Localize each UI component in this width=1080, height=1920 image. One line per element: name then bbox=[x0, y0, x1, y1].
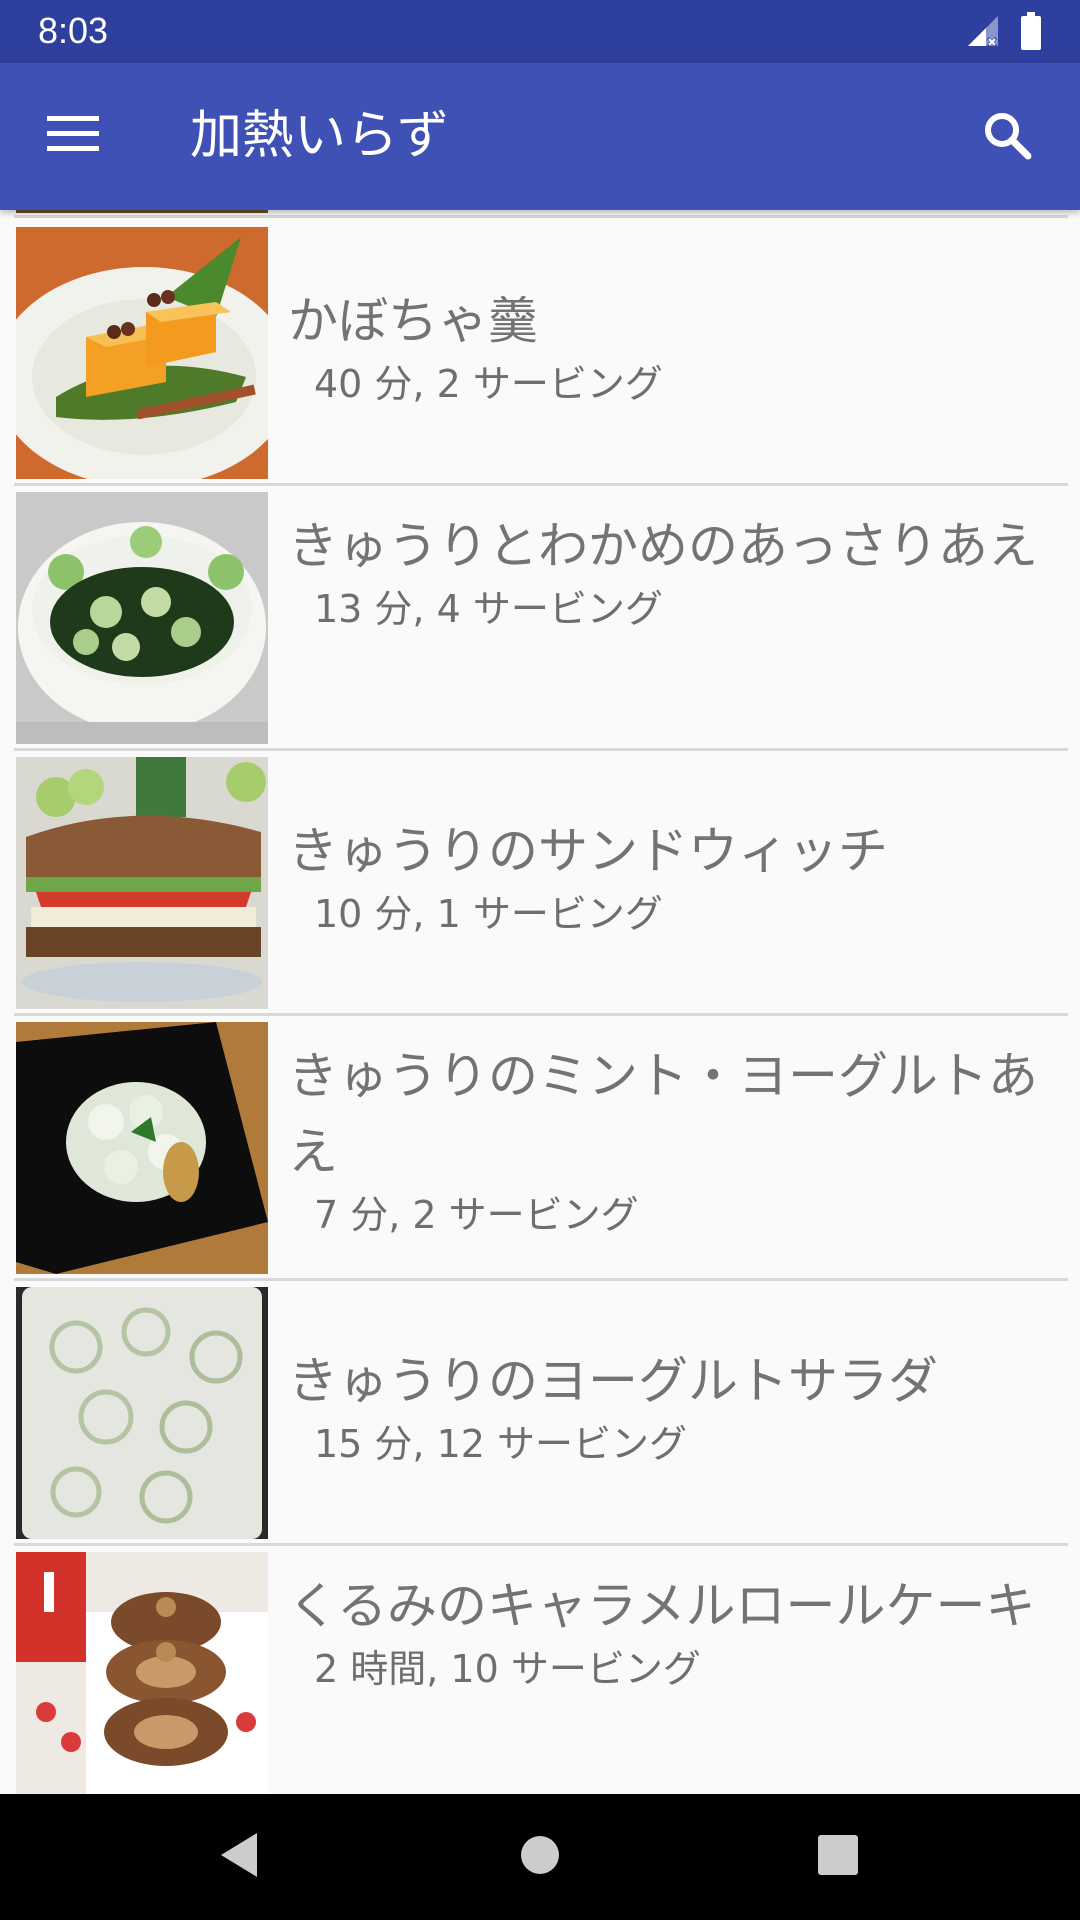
status-icons bbox=[966, 12, 1042, 54]
recipe-title: きゅうりのサンドウィッチ bbox=[288, 822, 888, 880]
recents-icon bbox=[818, 1835, 858, 1879]
recipe-meta: 10 分, 1 サービング bbox=[314, 892, 663, 936]
recipe-meta: 13 分, 4 サービング bbox=[314, 587, 663, 631]
recipe-title: かぼちゃ羹 bbox=[288, 292, 538, 350]
page-title: 加熱いらず bbox=[190, 106, 449, 166]
navigation-bar bbox=[0, 1794, 1080, 1920]
signal-icon bbox=[966, 14, 1000, 52]
status-time: 8:03 bbox=[38, 10, 109, 51]
recipe-title: きゅうりとわかめのあっさりあえ bbox=[288, 517, 1038, 575]
recipe-item[interactable]: くるみのキャラメルロールケーキ 2 時間, 10 サービング bbox=[14, 1546, 1068, 1794]
battery-icon bbox=[1020, 12, 1042, 54]
recipe-title: くるみのキャラメルロールケーキ bbox=[288, 1577, 1036, 1635]
recipe-meta: 40 分, 2 サービング bbox=[314, 362, 663, 406]
recents-button[interactable] bbox=[793, 1822, 883, 1892]
home-button[interactable] bbox=[495, 1822, 585, 1892]
recipe-thumbnail bbox=[16, 1287, 268, 1539]
recipe-thumbnail bbox=[16, 757, 268, 1009]
status-bar: 8:03 bbox=[0, 0, 1080, 63]
back-button[interactable] bbox=[194, 1822, 284, 1892]
recipe-title: きゅうりのヨーグルトサラダ bbox=[288, 1352, 938, 1410]
search-button[interactable] bbox=[964, 97, 1050, 177]
recipe-meta: 7 分, 2 サービング bbox=[314, 1193, 639, 1237]
recipe-item[interactable]: かぼちゃ羹 40 分, 2 サービング bbox=[14, 221, 1068, 486]
recipe-meta: 15 分, 12 サービング bbox=[314, 1422, 688, 1466]
app-bar: 加熱いらず bbox=[0, 63, 1080, 210]
back-icon bbox=[217, 1831, 261, 1883]
recipe-item[interactable]: きゅうりのヨーグルトサラダ 15 分, 12 サービング bbox=[14, 1281, 1068, 1546]
recipe-item[interactable]: きゅうりのサンドウィッチ 10 分, 1 サービング bbox=[14, 751, 1068, 1016]
recipe-item[interactable]: きゅうりのミント・ヨーグルトあえ 7 分, 2 サービング bbox=[14, 1016, 1068, 1281]
recipe-thumbnail bbox=[16, 1022, 268, 1274]
recipe-thumbnail bbox=[16, 227, 268, 479]
search-icon bbox=[982, 110, 1032, 164]
recipe-meta: 2 時間, 10 サービング bbox=[314, 1647, 701, 1691]
recipe-title: きゅうりのミント・ヨーグルトあえ bbox=[288, 1047, 1038, 1181]
list-item-partial bbox=[14, 210, 1068, 218]
recipe-item[interactable]: きゅうりとわかめのあっさりあえ 13 分, 4 サービング bbox=[14, 486, 1068, 751]
menu-button[interactable] bbox=[30, 103, 116, 169]
recipe-thumbnail bbox=[16, 1552, 268, 1794]
menu-icon bbox=[47, 114, 99, 158]
recipe-thumbnail bbox=[16, 492, 268, 744]
home-icon bbox=[520, 1835, 560, 1879]
partial-thumbnail bbox=[16, 210, 268, 213]
recipe-list[interactable]: かぼちゃ羹 40 分, 2 サービング きゅうりとわかめのあっさりあえ 13 分… bbox=[0, 210, 1080, 1794]
